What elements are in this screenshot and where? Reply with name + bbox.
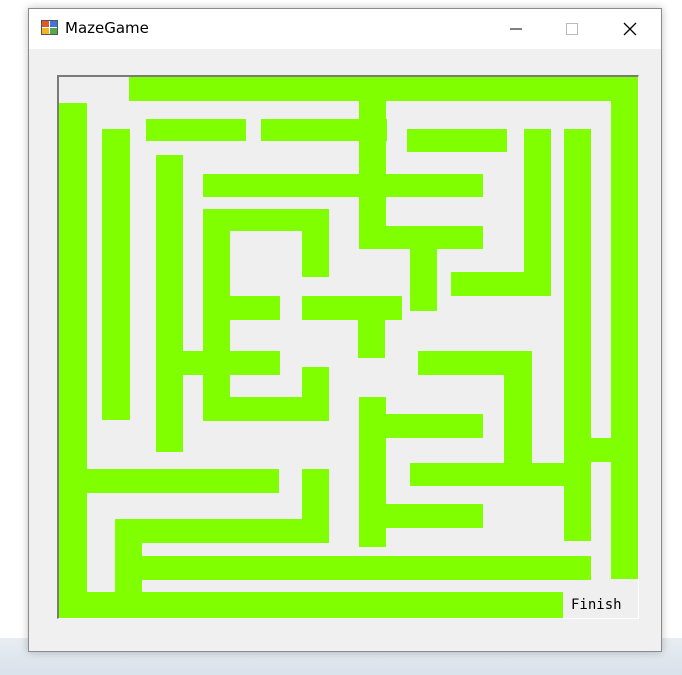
window-title: MazeGame bbox=[65, 19, 149, 37]
maze-wall bbox=[611, 77, 638, 579]
maze-wall bbox=[451, 272, 551, 296]
maze-panel: Finish bbox=[57, 75, 639, 619]
minimize-button[interactable] bbox=[493, 9, 539, 49]
maze-window: MazeGame Finish bbox=[28, 8, 662, 652]
maze-wall bbox=[407, 129, 507, 152]
maze-wall bbox=[302, 367, 329, 421]
maze-wall bbox=[115, 519, 142, 594]
maze-wall bbox=[203, 174, 483, 197]
maze-wall bbox=[59, 103, 87, 618]
maze-wall bbox=[524, 129, 551, 296]
close-icon bbox=[623, 22, 637, 36]
maze-wall bbox=[564, 129, 591, 541]
maze-wall bbox=[504, 351, 532, 463]
maze-wall bbox=[302, 229, 329, 277]
maze-wall bbox=[142, 556, 591, 580]
maximize-button[interactable] bbox=[549, 9, 595, 49]
title-bar[interactable]: MazeGame bbox=[29, 9, 661, 49]
maze-wall bbox=[85, 469, 279, 493]
close-button[interactable] bbox=[607, 9, 653, 49]
maze-wall bbox=[359, 504, 483, 528]
minimize-icon bbox=[510, 28, 522, 30]
maze-wall bbox=[302, 296, 402, 320]
maze-wall bbox=[359, 99, 386, 247]
maze-wall bbox=[591, 438, 613, 462]
maze-wall bbox=[358, 296, 385, 358]
maze-wall bbox=[410, 237, 437, 311]
maze-wall bbox=[183, 351, 280, 375]
maze-wall bbox=[59, 592, 563, 618]
maximize-icon bbox=[566, 23, 578, 35]
maze-wall bbox=[115, 519, 329, 543]
maze-wall bbox=[102, 129, 130, 420]
app-icon bbox=[41, 20, 58, 35]
maze-wall bbox=[203, 296, 280, 320]
finish-label: Finish bbox=[571, 597, 622, 613]
maze-wall bbox=[410, 463, 565, 486]
maze-wall bbox=[129, 77, 638, 101]
maze-wall bbox=[156, 155, 183, 452]
maze-wall bbox=[146, 119, 246, 141]
maze-wall bbox=[359, 414, 483, 438]
